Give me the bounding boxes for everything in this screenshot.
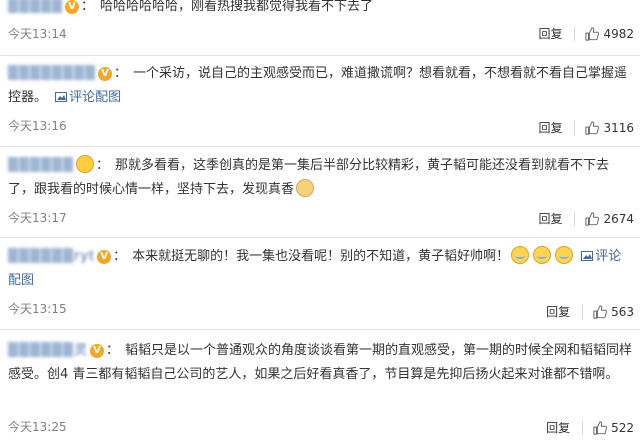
like-count: 3116 — [603, 121, 634, 135]
thumbs-up-icon — [593, 305, 608, 319]
comment-item: ▒▒▒▒▒▒：那就多看看，这季创真的是第一集后半部分比较精彩，黄子韬可能还没看到… — [0, 152, 640, 236]
thumbs-up-icon — [593, 421, 608, 435]
image-icon — [55, 92, 68, 102]
comment-item: ▒▒▒▒▒▒▒▒ V：一个采访，说自己的主观感受而已，难道撒谎啊？想看就看，不想看… — [0, 60, 640, 148]
username[interactable]: ▒▒▒▒▒▒ryt — [8, 245, 95, 269]
comment-image-link[interactable]: 评论配图 — [51, 90, 121, 105]
comment-item: ▒▒▒▒▒▒ryt V：本来就挺无聊的！我一集也没看呢！别的不知道，黄子韬好帅啊！… — [0, 243, 640, 331]
comment-body: ▒▒▒▒▒▒：那就多看看，这季创真的是第一集后半部分比较精彩，黄子韬可能还没看到… — [8, 154, 634, 202]
comment-item: ▒▒▒▒▒ V：哈哈哈哈哈哈，刚看热搜我都觉得我看不下去了 今天13:14 回复 … — [0, 0, 640, 52]
comment-actions: 回复 563 — [546, 301, 634, 323]
comment-divider — [0, 55, 640, 56]
thumbs-up-icon — [585, 212, 600, 226]
username[interactable]: ▒▒▒▒▒▒▒▒ — [8, 62, 96, 86]
comment-item: ▒▒▒▒▒▒灵 V：韬韬只是以一个普通观众的角度谈谈看第一期的直观感受，第一期的时… — [0, 335, 640, 443]
comment-text: 哈哈哈哈哈哈，刚看热搜我都觉得我看不下去了 — [100, 0, 374, 14]
crying-emoji-icon — [555, 246, 574, 264]
like-count: 4982 — [603, 27, 634, 41]
like-button[interactable]: 563 — [593, 305, 634, 319]
crying-emoji-icon — [511, 246, 530, 264]
thumbs-up-icon — [585, 121, 600, 135]
comment-divider — [0, 237, 640, 238]
verified-v-badge-icon: V — [65, 0, 79, 14]
comment-time: 今天13:15 — [8, 302, 67, 316]
username[interactable]: ▒▒▒▒▒▒灵 — [8, 339, 88, 363]
comment-time: 今天13:25 — [8, 420, 67, 434]
verified-v-badge-icon: V — [97, 67, 112, 81]
like-button[interactable]: 3116 — [585, 121, 634, 135]
reply-button[interactable]: 回复 — [538, 121, 576, 135]
comment-body: ▒▒▒▒▒▒▒▒ V：一个采访，说自己的主观感受而已，难道撒谎啊？想看就看，不想看… — [8, 62, 634, 110]
reply-button[interactable]: 回复 — [546, 421, 584, 435]
reply-button[interactable]: 回复 — [546, 305, 584, 319]
comment-actions: 回复 3116 — [538, 117, 634, 139]
thumbs-up-icon — [585, 27, 600, 41]
comment-divider — [0, 146, 640, 147]
username[interactable]: ▒▒▒▒▒ — [8, 0, 63, 19]
verified-v-badge-icon: V — [97, 250, 112, 264]
emoji-icon — [76, 155, 94, 173]
comment-divider — [0, 329, 640, 330]
crying-emoji-icon — [533, 246, 552, 264]
username[interactable]: ▒▒▒▒▒▒ — [8, 154, 74, 178]
comment-actions: 回复 522 — [546, 417, 634, 439]
comment-actions: 回复 2674 — [538, 208, 634, 230]
image-icon — [581, 251, 594, 261]
comment-body: ▒▒▒▒▒ V：哈哈哈哈哈哈，刚看热搜我都觉得我看不下去了 — [8, 0, 634, 19]
like-count: 2674 — [603, 212, 634, 226]
comment-body: ▒▒▒▒▒▒灵 V：韬韬只是以一个普通观众的角度谈谈看第一期的直观感受，第一期的时… — [8, 339, 634, 387]
reply-button[interactable]: 回复 — [538, 27, 576, 41]
reply-button[interactable]: 回复 — [538, 212, 576, 226]
comment-text: 本来就挺无聊的！我一集也没看呢！别的不知道，黄子韬好帅啊！ — [132, 249, 510, 264]
like-button[interactable]: 4982 — [585, 27, 634, 41]
comment-time: 今天13:17 — [8, 211, 67, 225]
like-button[interactable]: 522 — [593, 421, 634, 435]
like-button[interactable]: 2674 — [585, 212, 634, 226]
comment-time: 今天13:16 — [8, 119, 67, 133]
doge-emoji-icon — [296, 179, 315, 197]
like-count: 522 — [611, 421, 634, 435]
comment-actions: 回复 4982 — [538, 23, 634, 45]
verified-v-badge-icon: V — [90, 344, 104, 358]
like-count: 563 — [611, 305, 634, 319]
comment-body: ▒▒▒▒▒▒ryt V：本来就挺无聊的！我一集也没看呢！别的不知道，黄子韬好帅啊！… — [8, 245, 634, 293]
comment-time: 今天13:14 — [8, 27, 67, 41]
